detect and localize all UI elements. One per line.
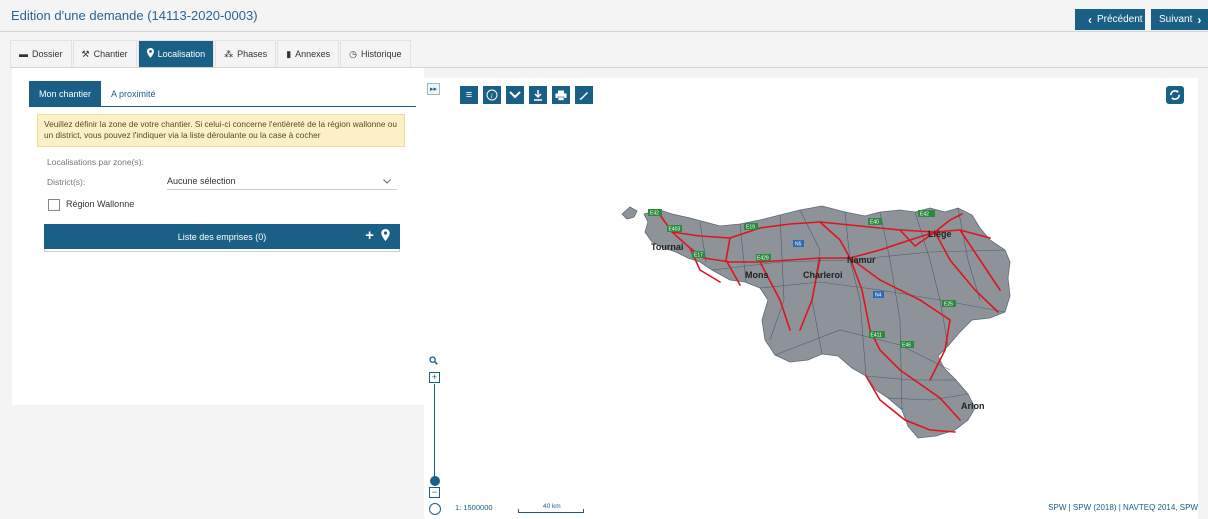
city-mons: Mons [745, 270, 769, 280]
info-icon: i [486, 89, 498, 101]
zoom-out-button[interactable]: − [429, 487, 440, 498]
city-tournai: Tournai [651, 242, 683, 252]
road-n5-label: N5 [795, 242, 802, 248]
main-tabs: ▬ Dossier ⚒ Chantier Localisation ⁂ Phas… [10, 40, 412, 67]
menu-button[interactable]: ≡ [460, 86, 478, 104]
tab-phases[interactable]: ⁂ Phases [215, 40, 277, 67]
tab-label: Chantier [93, 49, 128, 59]
info-button[interactable]: i [483, 86, 501, 104]
road-e25-label: E25 [944, 302, 953, 308]
page-title: Edition d'une demande (14113-2020-0003) [11, 8, 258, 23]
tab-label: Localisation [157, 49, 206, 59]
region-wallonne-label: Région Wallonne [66, 199, 135, 209]
district-label: District(s): [47, 177, 86, 187]
tab-label: Historique [361, 49, 402, 59]
pencil-icon [579, 92, 588, 100]
subtab-a-proximite[interactable]: A proximité [101, 81, 166, 106]
city-arlon: Arlon [961, 401, 985, 411]
print-button[interactable] [552, 86, 570, 104]
clock-icon: ◷ [349, 48, 358, 59]
print-icon [555, 90, 567, 101]
zoom-slider-handle[interactable] [430, 476, 440, 486]
tab-label: Phases [237, 49, 268, 59]
previous-button[interactable]: ‹ Précédent [1075, 9, 1145, 30]
map-marker-icon [146, 48, 154, 60]
chevron-left-icon: ‹ [1088, 12, 1092, 27]
map-view[interactable]: E42 E403 E17 E19 E429 N5 N4 E40 E411 E25… [424, 78, 1198, 519]
zone-label: Localisations par zone(s): [47, 157, 144, 167]
road-e17-label: E17 [694, 253, 703, 259]
tab-dossier[interactable]: ▬ Dossier [10, 40, 72, 67]
sub-tabs: Mon chantier A proximité [29, 81, 416, 107]
refresh-icon [1170, 90, 1180, 100]
full-extent-button[interactable] [429, 503, 441, 515]
next-button[interactable]: Suivant › [1151, 9, 1208, 30]
city-namur: Namur [847, 255, 876, 265]
scale-ratio: 1: 1500000 [455, 503, 493, 512]
road-e46-label: E46 [902, 343, 911, 349]
file-icon: ▮ [286, 48, 292, 59]
road-e19-label: E19 [746, 225, 755, 231]
road-e40-label: E40 [870, 220, 879, 226]
dropdown-button[interactable] [506, 86, 524, 104]
zone-notice: Veuillez définir la zone de votre chanti… [37, 114, 405, 147]
add-icon[interactable]: + [365, 227, 374, 244]
menu-icon: ≡ [465, 89, 473, 101]
map-attribution: SPW | SPW (2018) | NAVTEQ 2014, SPW [1048, 503, 1198, 512]
chevron-right-icon: › [1197, 12, 1202, 27]
road-e429-label: E429 [757, 256, 769, 262]
tab-annexes[interactable]: ▮ Annexes [277, 40, 340, 67]
district-value: Aucune sélection [167, 176, 236, 186]
download-icon [534, 90, 542, 101]
zoom-slider-track[interactable] [434, 384, 435, 483]
worker-icon: ⚒ [81, 48, 90, 59]
region-wallonne-checkbox[interactable] [48, 199, 60, 211]
tab-label: Dossier [32, 49, 63, 59]
svg-text:i: i [491, 92, 493, 100]
emprises-list [44, 249, 400, 252]
phases-icon: ⁂ [224, 48, 234, 59]
tab-localisation[interactable]: Localisation [137, 40, 215, 67]
map-marker-icon[interactable] [381, 229, 390, 243]
chevron-down-icon [383, 176, 391, 186]
tab-label: Annexes [295, 49, 331, 59]
wallonia-map: E42 E403 E17 E19 E429 N5 N4 E40 E411 E25… [621, 205, 1011, 439]
scale-bar [518, 509, 584, 513]
refresh-button[interactable] [1166, 86, 1184, 104]
district-select[interactable]: Aucune sélection [167, 173, 397, 190]
collapse-panel-button[interactable]: ▸▸ [427, 83, 440, 95]
zoom-in-button[interactable]: + [429, 372, 440, 383]
folder-icon: ▬ [19, 49, 28, 59]
road-n4-label: N4 [875, 293, 882, 299]
tab-chantier[interactable]: ⚒ Chantier [72, 40, 137, 67]
emprises-title: Liste des emprises (0) [177, 231, 267, 242]
zoom-search-icon[interactable] [429, 356, 438, 368]
emprises-list-header: Liste des emprises (0) + [44, 224, 400, 249]
road-e411-label: E411 [871, 333, 883, 339]
road-e42-label: E42 [650, 211, 659, 217]
download-button[interactable] [529, 86, 547, 104]
road-e42-north-label: E42 [920, 212, 929, 218]
chevron-down-icon [509, 91, 521, 99]
tab-historique[interactable]: ◷ Historique [340, 40, 411, 67]
top-bar: Edition d'une demande (14113-2020-0003) … [0, 0, 1208, 32]
subtab-mon-chantier[interactable]: Mon chantier [29, 81, 102, 106]
city-charleroi: Charleroi [803, 270, 843, 280]
draw-button[interactable] [575, 86, 593, 104]
road-e403-label: E403 [669, 227, 681, 233]
city-liege: Liège [928, 229, 952, 239]
next-label: Suivant [1159, 14, 1193, 25]
previous-label: Précédent [1097, 14, 1143, 25]
